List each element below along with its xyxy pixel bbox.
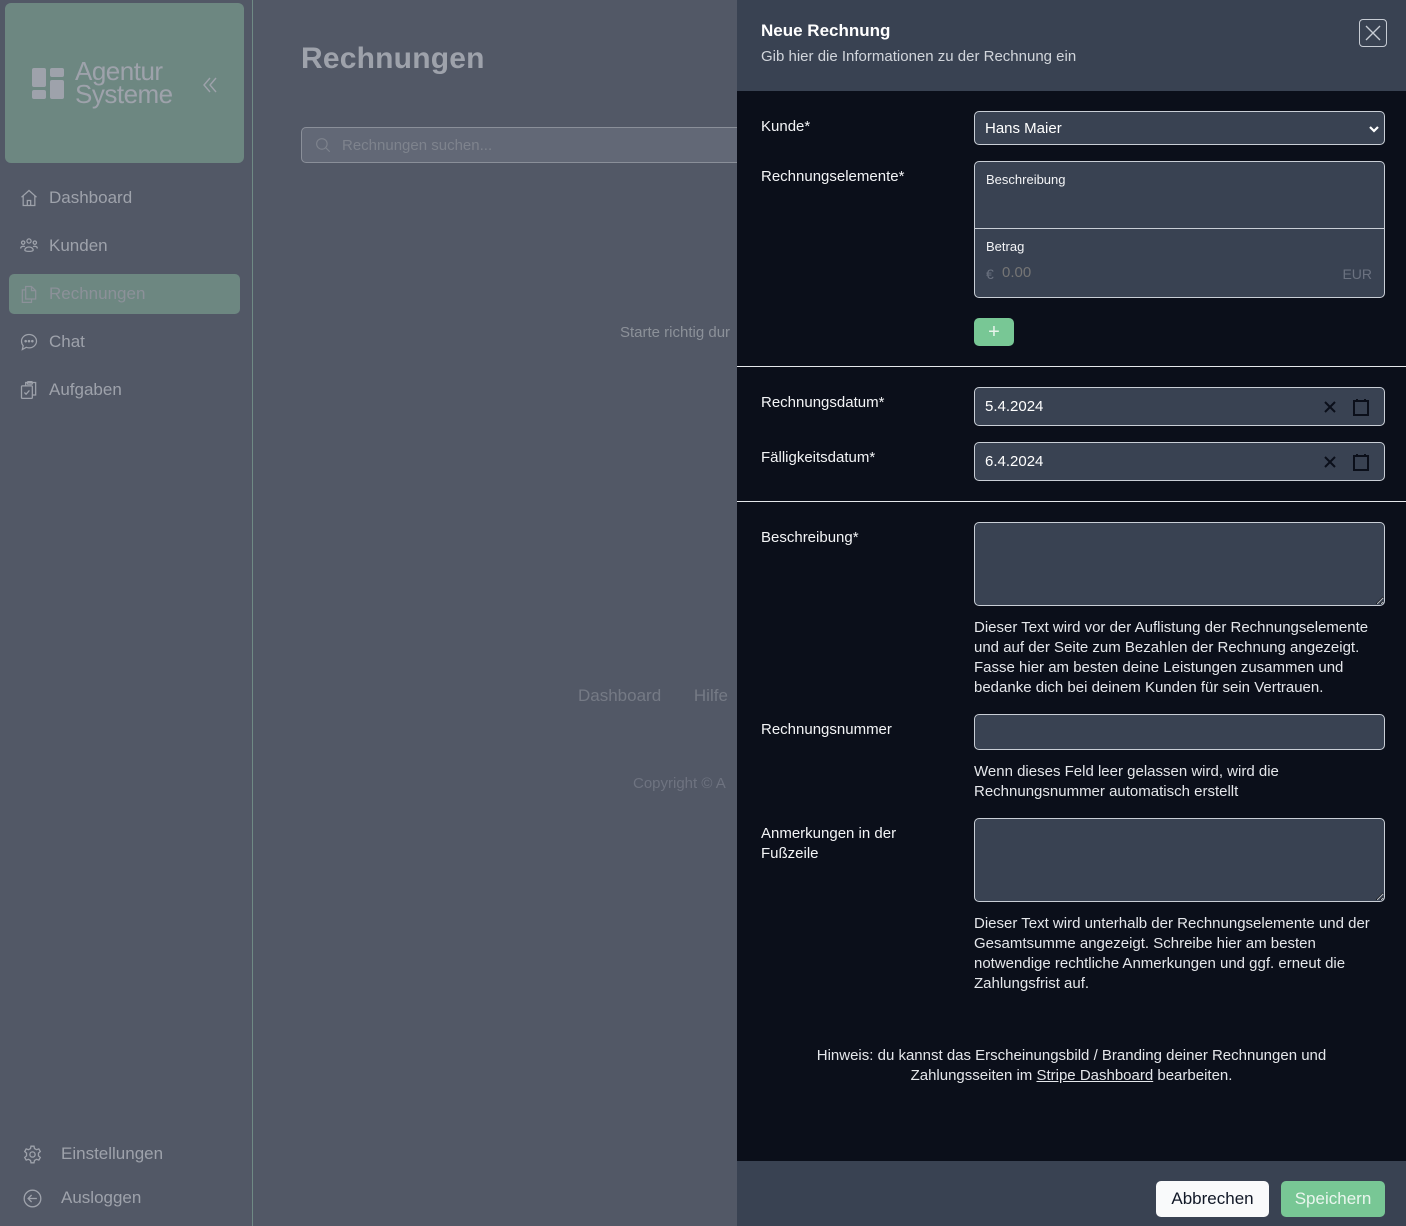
sidebar-item-label: Kunden: [49, 236, 108, 255]
customer-selected-value: Hans Maier: [985, 119, 1062, 137]
item-amount-field: Betrag € EUR: [975, 229, 1384, 297]
sidebar-item-ausloggen[interactable]: Ausloggen: [22, 1178, 242, 1218]
add-item-button[interactable]: +: [974, 318, 1014, 346]
sidebar-item-aufgaben[interactable]: Aufgaben: [9, 370, 240, 410]
invoice-item-card: Beschreibung Betrag € EUR: [974, 161, 1385, 298]
sidebar-item-label: Einstellungen: [61, 1144, 164, 1163]
drawer-footer: Abbrechen Speichern: [737, 1161, 1406, 1226]
clear-x-icon[interactable]: [1322, 399, 1338, 415]
new-invoice-drawer: Neue Rechnung Gib hier die Informationen…: [737, 0, 1406, 1226]
empty-state-text: Starte richtig dur: [620, 324, 731, 341]
invoice-number-label: Rechnungsnummer: [761, 721, 892, 738]
due-date-value: 6.4.2024: [985, 453, 1044, 470]
sidebar-item-label: Dashboard: [49, 188, 133, 207]
invoice-number-help-text: Wenn dieses Feld leer gelassen wird, wir…: [974, 763, 1279, 800]
invoice-date-value: 5.4.2024: [985, 398, 1044, 415]
sidebar-item-rechnungen[interactable]: Rechnungen: [9, 274, 240, 314]
chevrons-left-icon[interactable]: [201, 75, 219, 95]
gear-icon: [23, 1145, 42, 1163]
sidebar-item-label: Ausloggen: [61, 1188, 142, 1207]
section-divider: [737, 501, 1406, 502]
drawer-title: Neue Rechnung: [761, 21, 891, 40]
sidebar-item-kunden[interactable]: Kunden: [9, 226, 240, 266]
customer-label: Kunde*: [761, 118, 811, 135]
logo-grid-icon: [32, 68, 64, 99]
close-x-icon: [1365, 25, 1381, 41]
search-icon: [316, 138, 331, 153]
chat-bubble-icon: [20, 333, 38, 351]
invoice-number-input[interactable]: [974, 714, 1385, 750]
item-amount-input[interactable]: [1002, 264, 1302, 281]
main-content: Rechnungen Starte richtig dur Dashboard …: [254, 0, 761, 1226]
stripe-dashboard-link[interactable]: Stripe Dashboard: [1036, 1067, 1153, 1084]
footer-link-dashboard[interactable]: Dashboard: [578, 686, 661, 705]
customer-select[interactable]: Hans Maier: [974, 111, 1385, 145]
search-input[interactable]: [342, 136, 722, 154]
sidebar-item-chat[interactable]: Chat: [9, 322, 240, 362]
clear-x-icon[interactable]: [1322, 454, 1338, 470]
description-help-text: Dieser Text wird vor der Auflistung der …: [974, 619, 1369, 696]
item-description-label: Beschreibung: [986, 172, 1066, 187]
close-button[interactable]: [1359, 19, 1387, 47]
save-button[interactable]: Speichern: [1281, 1181, 1385, 1217]
chevron-down-icon: [1369, 126, 1379, 133]
branding-hint: Hinweis: du kannst das Erscheinungsbild …: [737, 1046, 1406, 1086]
euro-icon: €: [986, 266, 994, 282]
logo-card[interactable]: Agentur Systeme: [5, 3, 244, 163]
section-divider: [737, 366, 1406, 367]
description-label: Beschreibung*: [761, 529, 859, 546]
footer-notes-help-text: Dieser Text wird unterhalb der Rechnungs…: [974, 915, 1370, 992]
invoice-date-picker[interactable]: 5.4.2024: [974, 387, 1385, 426]
sidebar-item-label: Rechnungen: [49, 284, 146, 303]
sidebar: Agentur Systeme Dashboard Kunden Rechnun…: [0, 0, 253, 1226]
sidebar-item-einstellungen[interactable]: Einstellungen: [22, 1134, 242, 1174]
drawer-header: Neue Rechnung Gib hier die Informationen…: [737, 0, 1406, 91]
users-icon: [20, 238, 38, 253]
hint-suffix: bearbeiten.: [1153, 1067, 1233, 1084]
description-textarea[interactable]: [974, 522, 1385, 606]
logo-line-2: Systeme: [75, 79, 173, 109]
sidebar-item-label: Chat: [49, 332, 85, 351]
footer-link-hilfe[interactable]: Hilfe: [694, 686, 728, 705]
invoice-items-label: Rechnungselemente*: [761, 168, 905, 185]
calendar-icon[interactable]: [1352, 398, 1370, 416]
item-description-field[interactable]: Beschreibung: [975, 162, 1384, 229]
page-title: Rechnungen: [301, 42, 485, 75]
currency-code: EUR: [1342, 266, 1372, 282]
sidebar-item-label: Aufgaben: [49, 380, 122, 399]
drawer-subtitle: Gib hier die Informationen zu der Rechnu…: [761, 48, 1077, 65]
due-date-label: Fälligkeitsdatum*: [761, 449, 876, 466]
copyright-text: Copyright © A: [633, 775, 726, 792]
cancel-button[interactable]: Abbrechen: [1156, 1181, 1269, 1217]
footer-notes-label: Anmerkungen in der Fußzeile: [761, 825, 897, 862]
footer-notes-textarea[interactable]: [974, 818, 1385, 902]
home-icon: [21, 189, 37, 207]
sidebar-bottom-nav: Einstellungen Ausloggen: [22, 1134, 242, 1222]
search-box[interactable]: [301, 127, 761, 163]
calendar-icon[interactable]: [1352, 453, 1370, 471]
due-date-picker[interactable]: 6.4.2024: [974, 442, 1385, 481]
sidebar-item-dashboard[interactable]: Dashboard: [9, 178, 240, 218]
item-amount-label: Betrag: [986, 239, 1025, 254]
footer-links: Dashboard Hilfe: [578, 686, 756, 706]
logout-arrow-icon: [23, 1189, 42, 1207]
invoice-date-label: Rechnungsdatum*: [761, 394, 885, 411]
sidebar-nav: Dashboard Kunden Rechnungen Chat Aufgabe…: [9, 178, 240, 418]
clipboard-check-icon: [20, 381, 37, 399]
logo-text: Agentur Systeme: [75, 58, 173, 109]
documents-icon: [21, 285, 37, 303]
